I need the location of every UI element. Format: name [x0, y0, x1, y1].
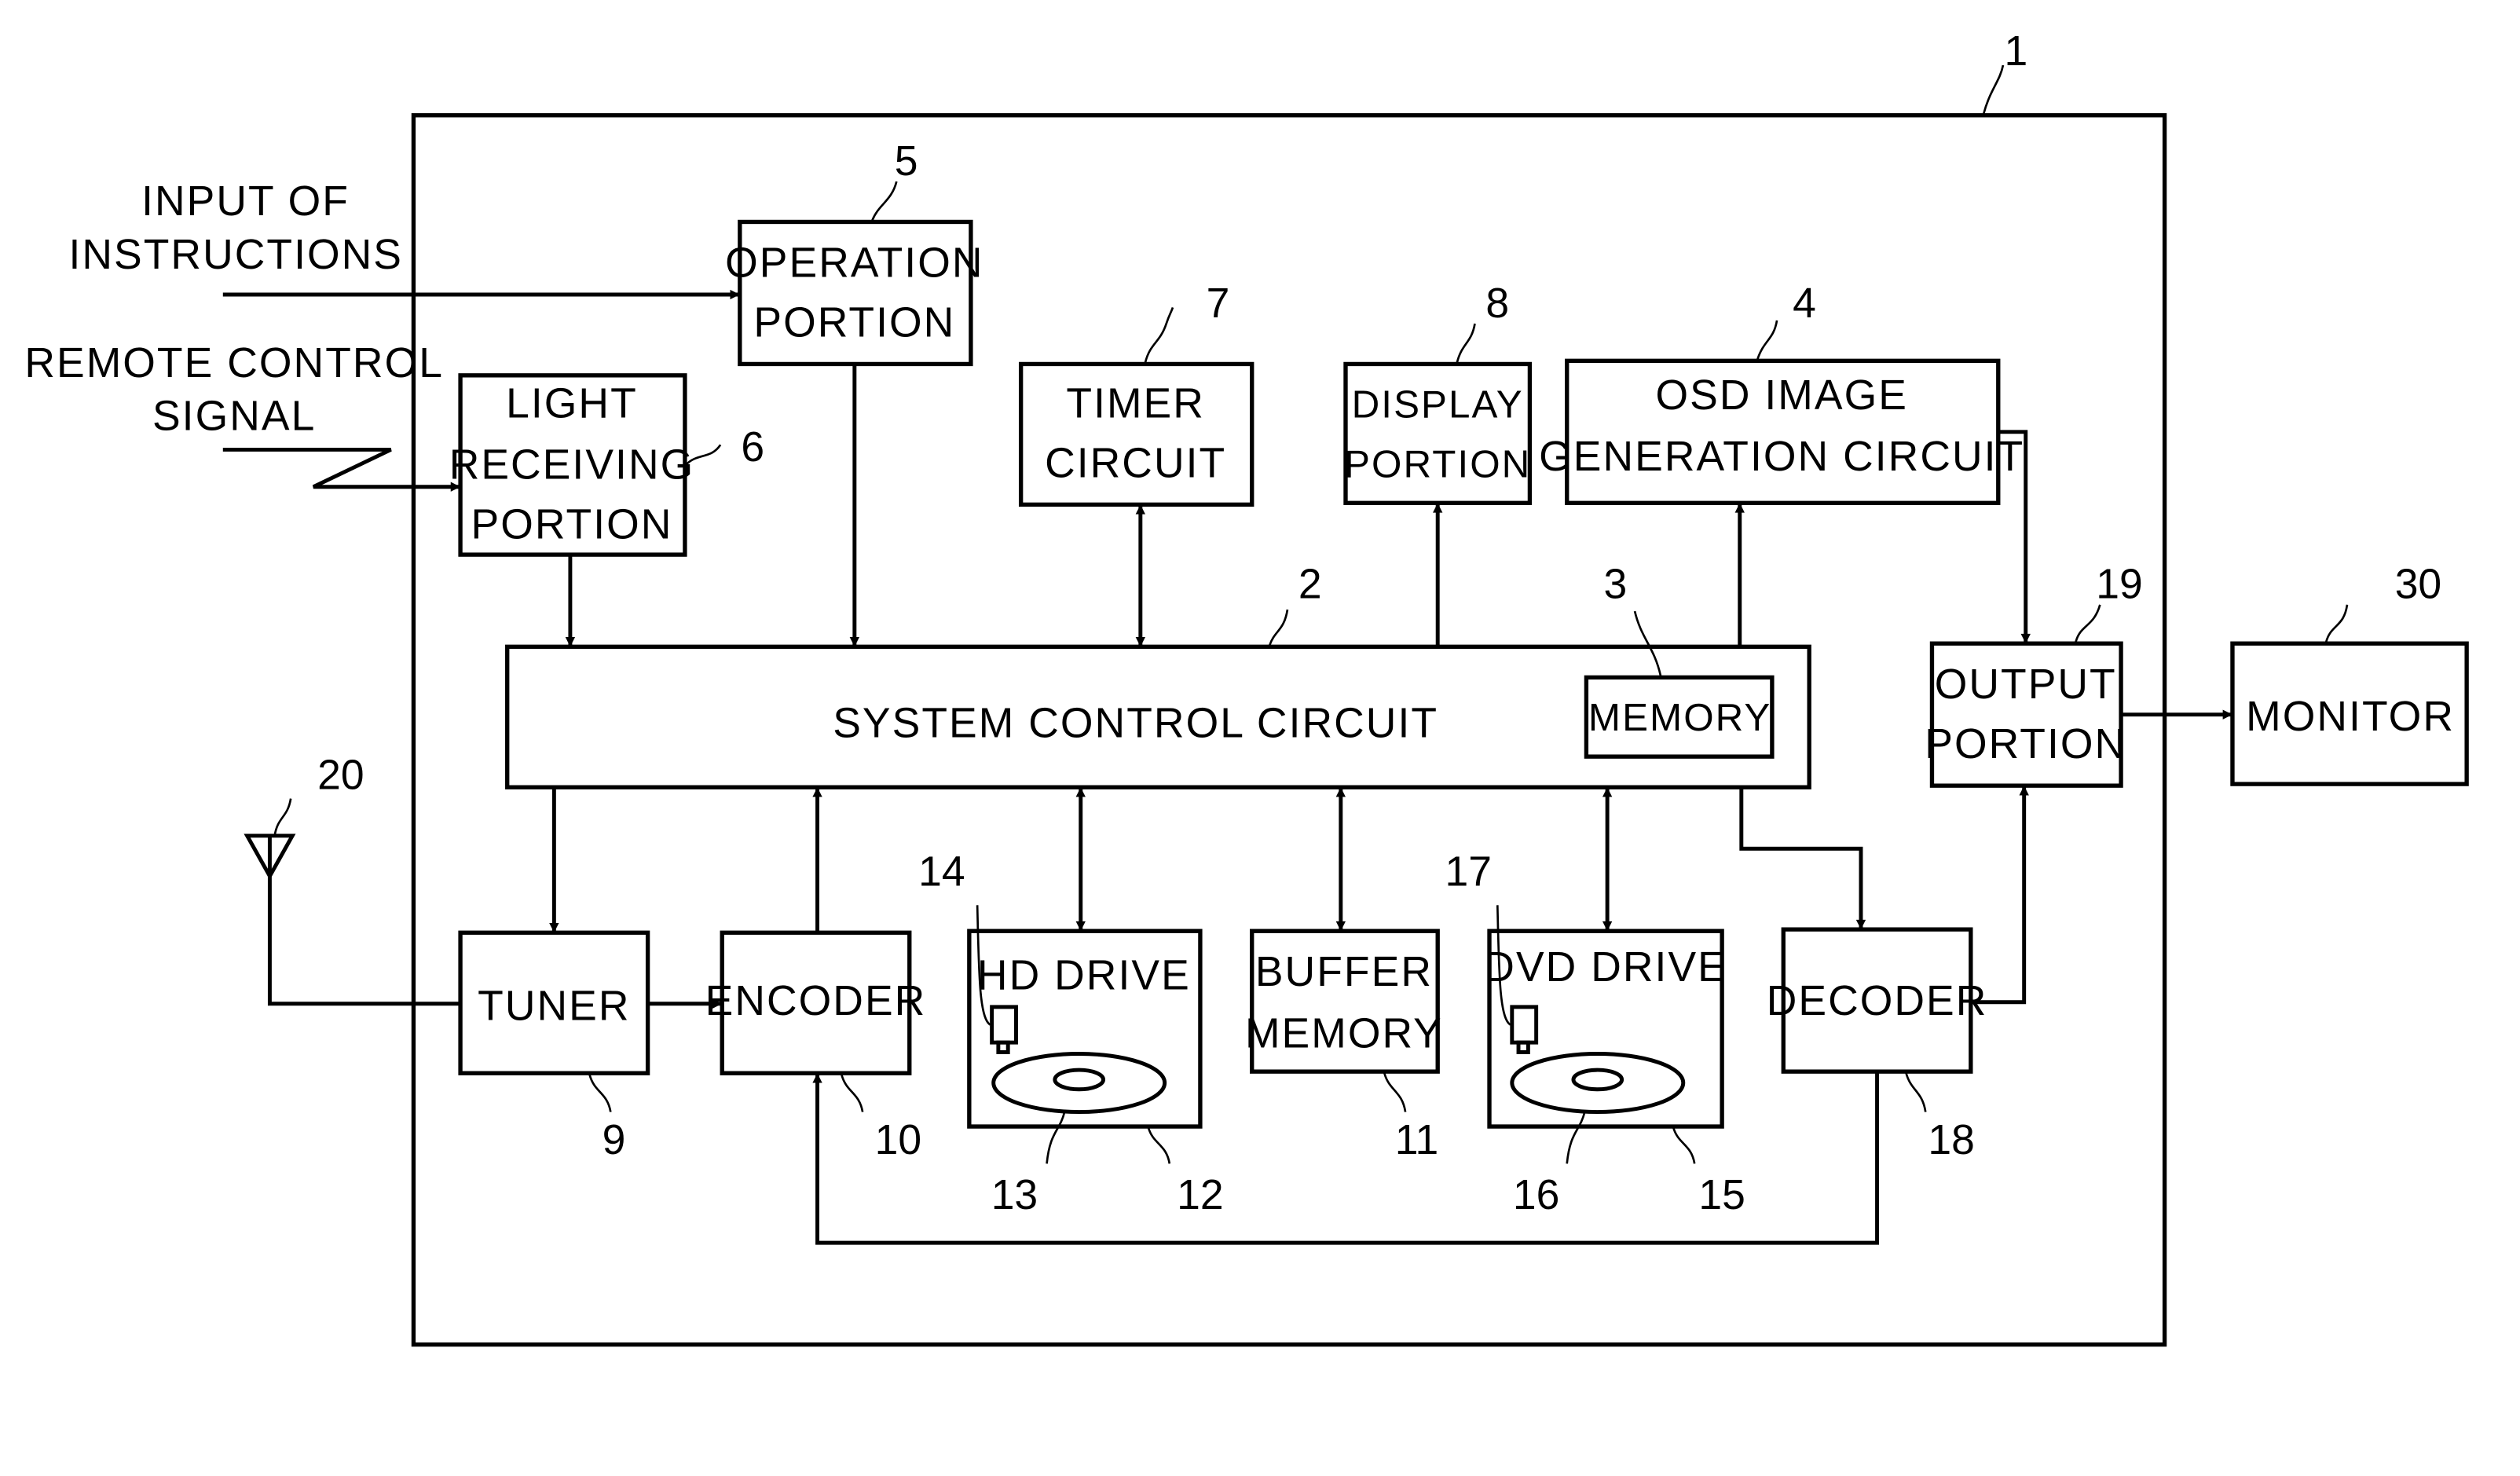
- osd-label-1: OSD IMAGE: [1655, 372, 1907, 419]
- input-instructions-label-1: INPUT OF: [141, 178, 350, 225]
- ref-dvd-disk: 16: [1513, 1172, 1559, 1218]
- remote-signal-label-2: SIGNAL: [152, 394, 316, 440]
- output-label-2: PORTION: [1925, 721, 2126, 767]
- encoder-label: ENCODER: [705, 978, 927, 1024]
- ref-device: 1: [2005, 28, 2028, 75]
- monitor-label: MONITOR: [2246, 694, 2455, 740]
- ref-tuner: 9: [603, 1117, 626, 1163]
- hd-drive-label: HD DRIVE: [977, 952, 1191, 998]
- memory-block: MEMORY: [1584, 675, 1775, 759]
- leader-buffer: [1383, 1072, 1407, 1112]
- leader-display: [1456, 323, 1476, 363]
- ref-decoder: 18: [1928, 1117, 1974, 1163]
- osd-image-generation-block: OSD IMAGE GENERATION CIRCUIT: [1539, 358, 2024, 505]
- buffer-memory-block: BUFFER MEMORY: [1245, 928, 1443, 1074]
- ref-memory: 3: [1604, 562, 1628, 608]
- light-label-2: RECEIVING: [449, 441, 695, 488]
- operation-portion-block: OPERATION PORTION: [725, 219, 983, 367]
- light-receiving-portion-block: LIGHT RECEIVING PORTION: [449, 373, 695, 557]
- operation-label-2: PORTION: [753, 299, 955, 346]
- timer-circuit-block: TIMER CIRCUIT: [1018, 361, 1255, 507]
- ref-display: 8: [1485, 280, 1509, 327]
- ref-operation: 5: [895, 138, 918, 185]
- ref-hd-drive: 12: [1177, 1172, 1223, 1218]
- leader-hd-drive: [1147, 1127, 1171, 1164]
- decoder-block: DECODER: [1767, 927, 1988, 1074]
- display-label-2: PORTION: [1344, 442, 1531, 485]
- output-portion-block: OUTPUT PORTION: [1925, 641, 2126, 788]
- system-control-label: SYSTEM CONTROL CIRCUIT: [833, 700, 1438, 746]
- ref-light: 6: [741, 424, 764, 471]
- ref-encoder: 10: [875, 1117, 921, 1163]
- display-label-1: DISPLAY: [1352, 383, 1524, 426]
- timer-label-1: TIMER: [1066, 380, 1205, 427]
- hd-drive-block: HD DRIVE: [967, 928, 1203, 1129]
- ref-timer: 7: [1207, 280, 1230, 327]
- ref-output: 19: [2096, 562, 2142, 608]
- arrow-decoder-to-output: [1970, 786, 2029, 1005]
- leader-antenna: [273, 798, 292, 837]
- zigzag-signal-icon: [222, 447, 461, 492]
- leader-operation: [871, 181, 898, 221]
- leader-encoder: [841, 1074, 864, 1112]
- buffer-label-2: MEMORY: [1245, 1010, 1443, 1057]
- ref-hd-disk: 13: [991, 1172, 1038, 1218]
- display-portion-block: DISPLAY PORTION: [1343, 361, 1533, 505]
- memory-label: MEMORY: [1588, 696, 1772, 739]
- osd-label-2: GENERATION CIRCUIT: [1539, 434, 2024, 480]
- decoder-label: DECODER: [1767, 978, 1988, 1024]
- encoder-block: ENCODER: [705, 930, 927, 1075]
- ref-buffer: 11: [1395, 1117, 1439, 1163]
- leader-system: [1269, 609, 1289, 646]
- light-label-3: PORTION: [471, 502, 672, 548]
- ref-system: 2: [1298, 562, 1322, 608]
- ref-dvd-drive: 15: [1698, 1172, 1745, 1218]
- output-label-1: OUTPUT: [1935, 661, 2117, 708]
- input-instructions-label-2: INSTRUCTIONS: [68, 232, 403, 278]
- ref-hd-head: 14: [918, 849, 965, 895]
- leader-device: [1982, 64, 2005, 115]
- ref-antenna: 20: [317, 752, 364, 798]
- tuner-block: TUNER: [458, 930, 650, 1075]
- monitor-block: MONITOR: [2230, 641, 2469, 786]
- arrow-system-to-decoder: [1739, 787, 1866, 930]
- light-label-1: LIGHT: [506, 380, 638, 427]
- remote-signal-label-1: REMOTE CONTROL: [24, 340, 444, 386]
- ref-osd: 4: [1793, 280, 1816, 327]
- block-diagram: marker#ah path { } 1 INPUT OF INSTRUCTIO…: [24, 28, 2469, 1347]
- timer-label-2: CIRCUIT: [1045, 440, 1226, 486]
- leader-timer: [1144, 307, 1174, 363]
- leader-osd: [1756, 320, 1778, 360]
- ref-dvd-head: 17: [1445, 849, 1492, 895]
- tuner-label: TUNER: [478, 983, 630, 1029]
- dvd-drive-label: DVD DRIVE: [1484, 944, 1727, 991]
- leader-dvd-drive: [1672, 1127, 1696, 1164]
- leader-output: [2075, 604, 2101, 643]
- operation-label-1: OPERATION: [725, 240, 983, 286]
- leader-tuner: [588, 1074, 612, 1112]
- antenna-icon: [244, 833, 296, 881]
- leader-monitor: [2324, 604, 2349, 643]
- buffer-label-1: BUFFER: [1255, 949, 1433, 995]
- wire-antenna-to-tuner: [267, 876, 461, 1006]
- dvd-drive-block: DVD DRIVE: [1484, 928, 1727, 1129]
- ref-monitor: 30: [2395, 562, 2441, 608]
- leader-decoder: [1905, 1072, 1927, 1112]
